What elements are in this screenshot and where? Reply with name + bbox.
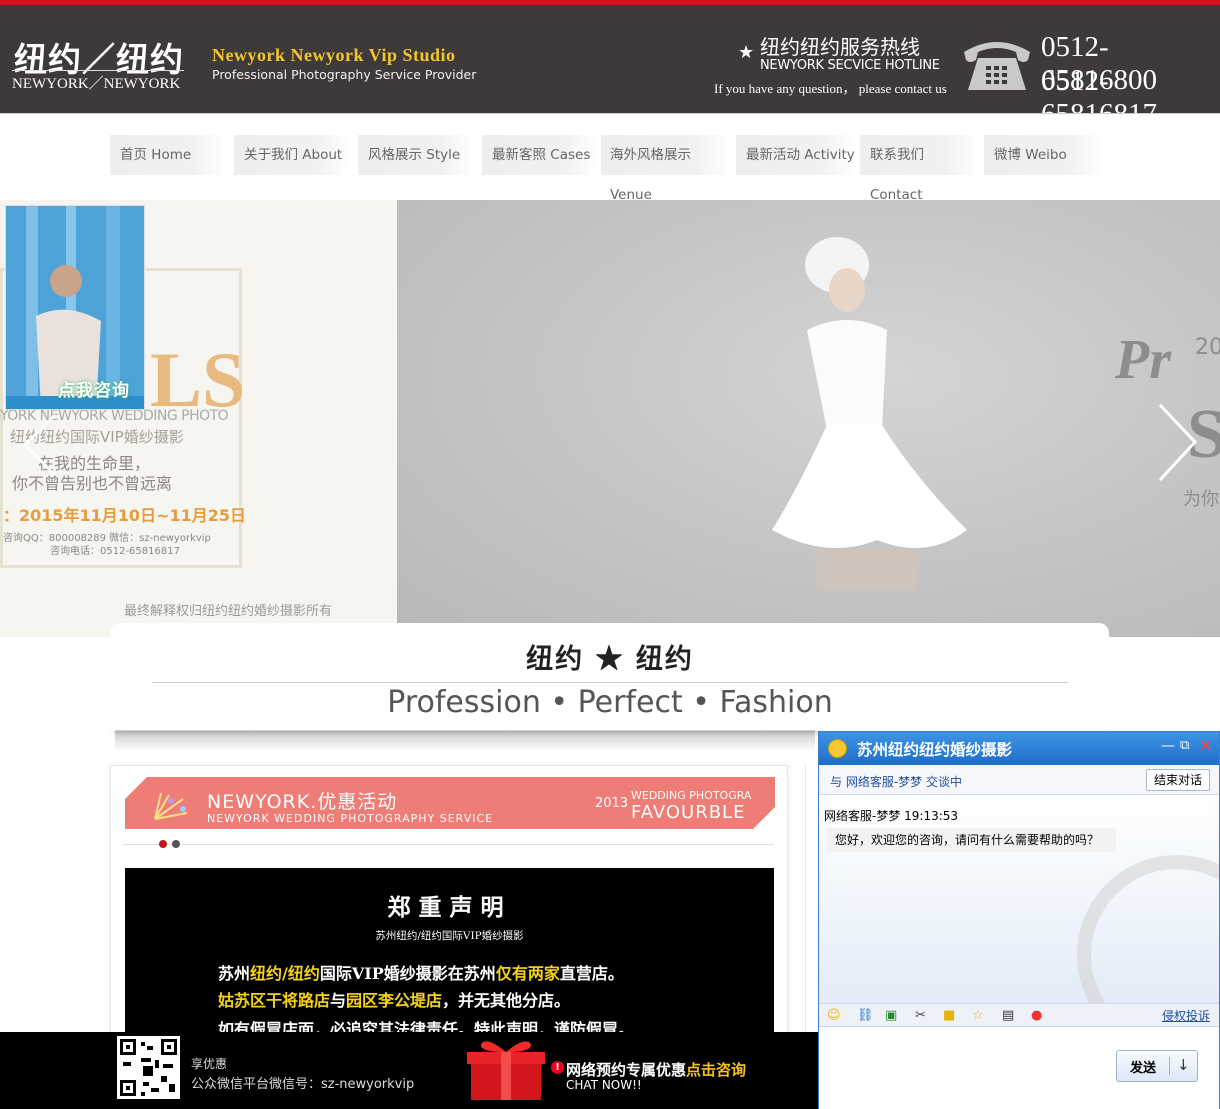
poster-tel: 咨询电话：0512-65816817 (50, 546, 180, 557)
promo-english-1: WEDDING PHOTOGRA (631, 789, 752, 802)
fireworks-icon (154, 792, 188, 820)
folder-icon[interactable]: ■ (943, 1008, 955, 1023)
chat-status-bar: 与 网络客服-梦梦 交谈中 结束对话 (819, 765, 1219, 795)
notice-line-2: 姑苏区干将路店与园区李公堤店，并无其他分店。 (218, 991, 571, 1010)
chat-input[interactable]: 发送 ↓ (819, 1027, 1219, 1109)
consult-link[interactable]: 点击咨询 (686, 1061, 746, 1079)
nav-item-activity[interactable]: 最新活动 Activity (736, 135, 856, 175)
send-divider (1169, 1057, 1170, 1075)
notice-image: 郑重声明 苏州纽约/纽约国际VIP婚纱摄影 苏州纽约/纽约国际VIP婚纱摄影在苏… (125, 868, 774, 1038)
star-icon[interactable]: ☆ (972, 1008, 984, 1023)
notice-title: 郑重声明 (387, 894, 512, 921)
promo-panel: NEWYORK.优惠活动 NEWYORK WEDDING PHOTOGRAPHY… (110, 765, 788, 1065)
scissors-icon[interactable]: ✂ (915, 1008, 926, 1023)
maximize-icon[interactable]: ⧉ (1180, 738, 1189, 753)
consult-float-button[interactable]: 点我咨询 (5, 205, 145, 410)
link-icon[interactable]: ⛓ (857, 1008, 874, 1023)
studio-subtitle: Professional Photography Service Provide… (212, 67, 477, 82)
send-button[interactable]: 发送 ↓ (1116, 1050, 1198, 1082)
bottom-text-wechat: 公众微信平台微信号：sz-newyorkvip (191, 1077, 415, 1092)
chevron-left-icon[interactable] (20, 410, 60, 480)
notice-line-1: 苏州纽约/纽约国际VIP婚纱摄影在苏州仅有两家直营店。 (218, 964, 624, 983)
image-icon[interactable]: ▣ (885, 1008, 897, 1023)
minimize-icon[interactable]: — (1161, 738, 1175, 754)
smiley-watermark (1077, 855, 1219, 1003)
chat-message-area[interactable]: 网络客服-梦梦 19:13:53 您好，欢迎您的咨询，请问有什么需要帮助的吗？ (819, 795, 1219, 1003)
star-icon: ★ (738, 42, 755, 63)
bride-figure (772, 237, 967, 590)
alert-icon: ! (551, 1061, 564, 1074)
message-meta: 网络客服-梦梦 19:13:53 (824, 809, 959, 823)
bottom-promo-bar[interactable]: 享优惠 公众微信平台微信号：sz-newyorkvip ! 网络预约专属优惠点击… (0, 1032, 818, 1109)
bottom-text-discount: 享优惠 (191, 1057, 228, 1071)
chat-bubble-icon[interactable]: ● (1031, 1008, 1042, 1023)
telephone-icon (964, 42, 1030, 90)
chat-title: 苏州纽约纽约婚纱摄影 (857, 741, 1013, 759)
consult-label: 点我咨询 (58, 381, 130, 401)
report-link[interactable]: 侵权投诉 (1162, 1007, 1210, 1024)
hotline-subtitle: NEWYORK SECVICE HOTLINE (760, 58, 940, 73)
chat-now-text[interactable]: CHAT NOW!! (566, 1078, 642, 1092)
promo-subtitle: NEWYORK WEDDING PHOTOGRAPHY SERVICE (207, 812, 494, 825)
close-icon[interactable]: ✕ (1199, 736, 1212, 755)
chat-toolbar: ☺ ⛓ ▣ ✂ ■ ☆ ▤ ● 侵权投诉 (819, 1003, 1219, 1027)
studio-name: Newyork Newyork Vip Studio (212, 45, 456, 65)
slogan-shadow (115, 730, 815, 752)
slide-dot-active[interactable] (159, 840, 167, 848)
bottom-cta[interactable]: 网络预约专属优惠点击咨询 (566, 1059, 746, 1080)
gift-box-icon (467, 1041, 545, 1100)
nav-item-venue[interactable]: 海外风格展示 Venue (601, 135, 733, 203)
chat-agent-name[interactable]: 网络客服-梦梦 (846, 775, 922, 789)
slogan-title: 纽约 ★ 纽约 (526, 644, 694, 675)
banner-side-chinese: 为你 (1183, 489, 1219, 510)
slogan-subtitle: Profession • Perfect • Fashion (387, 685, 833, 720)
smiley-icon (828, 739, 847, 758)
chevron-right-icon[interactable] (1155, 400, 1200, 485)
end-chat-button[interactable]: 结束对话 (1146, 769, 1210, 791)
header: 纽约／纽约 NEWYORK／NEWYORK Newyork Newyork Vi… (0, 5, 1220, 130)
emoji-icon[interactable]: ☺ (827, 1008, 841, 1023)
promo-english-2: FAVOURBLE (631, 802, 746, 823)
send-options-icon[interactable]: ↓ (1177, 1056, 1190, 1074)
hotline-note: If you have any question， please contact… (714, 81, 947, 96)
nav-item-cases[interactable]: 最新客照 Cases (482, 135, 598, 175)
chat-window: 苏州纽约纽约婚纱摄影 — ⧉ ✕ 与 网络客服-梦梦 交谈中 结束对话 网络客服… (818, 731, 1220, 1109)
logo-english[interactable]: NEWYORK／NEWYORK (12, 72, 180, 93)
notice-subtitle: 苏州纽约/纽约国际VIP婚纱摄影 (375, 930, 524, 942)
header-divider (0, 113, 1220, 114)
promo-year: 2013 (595, 796, 629, 811)
nav-item-about[interactable]: 关于我们 About (234, 135, 350, 175)
poster-disclaimer: 最终解释权归纽约纽约婚纱摄影所有 (124, 604, 333, 619)
chat-titlebar[interactable]: 苏州纽约纽约婚纱摄影 — ⧉ ✕ (819, 732, 1219, 765)
promo-divider (123, 844, 774, 845)
banner-side-text: Pr (1115, 329, 1171, 391)
slogan-panel: 纽约 ★ 纽约 Profession • Perfect • Fashion (110, 623, 1109, 731)
slogan-divider (152, 682, 1068, 683)
message-bubble: 您好，欢迎您的咨询，请问有什么需要帮助的吗？ (827, 828, 1116, 852)
promo-title: NEWYORK.优惠活动 (207, 791, 398, 813)
qr-code-icon (117, 1036, 180, 1099)
save-icon[interactable]: ▤ (1002, 1008, 1014, 1023)
banner-slider[interactable]: LS YORK NEWYORK WEDDING PHOTO 纽约纽约国际VIP婚… (0, 200, 1220, 637)
nav-item-home[interactable]: 首页 Home (110, 135, 226, 175)
phone-number-2: 0512-65816817 (1041, 65, 1157, 130)
nav-item-weibo[interactable]: 微博 Weibo (984, 135, 1104, 175)
slide-dot[interactable] (172, 840, 180, 848)
chat-agent-status: 与 网络客服-梦梦 交谈中 (830, 775, 963, 789)
promo-header-banner: NEWYORK.优惠活动 NEWYORK WEDDING PHOTOGRAPHY… (125, 777, 775, 829)
hotline-title: 纽约纽约服务热线 (760, 35, 920, 59)
bride-photo (397, 200, 1220, 637)
send-label: 发送 (1130, 1061, 1157, 1076)
logo-divider (12, 70, 184, 71)
banner-side-year: 20 (1195, 335, 1220, 360)
nav-item-style[interactable]: 风格展示 Style (358, 135, 474, 175)
nav-item-contact[interactable]: 联系我们 Contact (860, 135, 980, 203)
poster-date: ：2015年11月10日~11月25日 (3, 506, 247, 525)
